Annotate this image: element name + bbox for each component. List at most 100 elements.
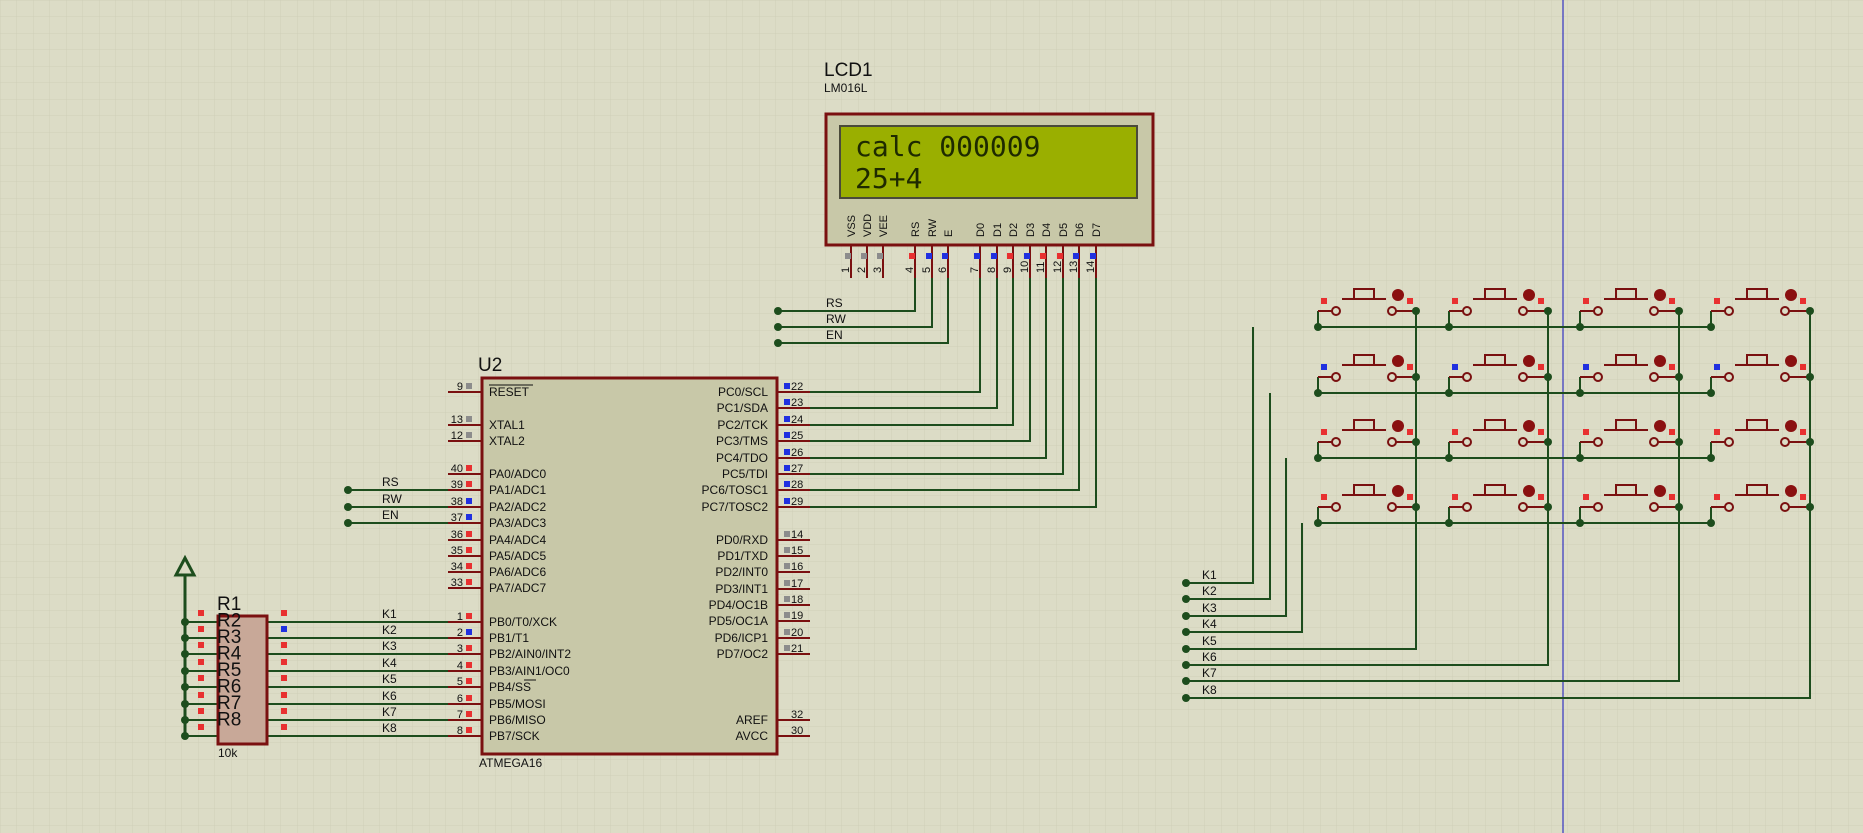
switch-pin-icon (1523, 420, 1535, 432)
pin-state-marker (784, 645, 790, 651)
mcu-pin-label: AREF (736, 713, 768, 727)
lcd-line-2: 25+4 (855, 162, 922, 195)
lcd-pin-label: D6 (1074, 223, 1086, 237)
schematic-canvas[interactable]: LCD1 LM016L calc 000009 25+4 VSS 1 VDD 2 VEE… (0, 0, 1863, 833)
pin-state-marker (1407, 429, 1413, 435)
mcu-pin-number: 40 (451, 463, 463, 475)
pin-state-marker (466, 514, 472, 520)
keypad-net-label: K7 (1202, 666, 1217, 680)
mcu-pin-label: PB5/MOSI (489, 697, 546, 711)
portb-net-label: K8 (382, 721, 397, 735)
pin-state-marker (926, 253, 932, 259)
pin-state-marker (198, 724, 204, 730)
pin-state-marker (466, 465, 472, 471)
pin-state-marker (466, 416, 472, 422)
junction-dot (1576, 454, 1584, 462)
mcu-pin-label: PA7/ADC7 (489, 581, 546, 595)
junction-dot (181, 716, 189, 724)
junction-dot (1576, 389, 1584, 397)
mcu-pin-label: PA2/ADC2 (489, 500, 546, 514)
mcu-pin-number: 20 (791, 627, 803, 639)
resistor-value: 10k (218, 746, 238, 760)
pin-state-marker (1452, 298, 1458, 304)
pin-state-marker (1583, 298, 1589, 304)
mcu-pin-label: PD1/TXD (717, 549, 768, 563)
mcu-atmega16[interactable]: U2 ATMEGA16 9 RESET13 XTAL112 XTAL240 PA0/AD… (448, 355, 810, 770)
lcd-pin-number: 4 (904, 267, 916, 273)
junction-dot (1182, 694, 1190, 702)
pin-state-marker (784, 481, 790, 487)
junction-dot (1412, 373, 1420, 381)
lcd-pin-label: E (943, 230, 955, 237)
switch-pin-icon (1523, 485, 1535, 497)
mcu-pin-label: PA5/ADC5 (489, 549, 546, 563)
pin-state-marker (198, 692, 204, 698)
junction-dot (1314, 323, 1322, 331)
pin-state-marker (281, 659, 287, 665)
keypad-net-label: K5 (1202, 634, 1217, 648)
pin-state-marker (1583, 494, 1589, 500)
pin-state-marker (281, 692, 287, 698)
keypad-net-label: K2 (1202, 584, 1217, 598)
lcd-line-1: calc 000009 (855, 130, 1040, 163)
porta-net-label: EN (382, 508, 399, 522)
junction-dot (181, 667, 189, 675)
mcu-pin-label: PD6/ICP1 (715, 631, 769, 645)
pin-state-marker (1583, 364, 1589, 370)
mcu-pin-number: 22 (791, 381, 803, 393)
lcd-pin-label: D5 (1058, 223, 1070, 237)
mcu-pin-number: 5 (457, 676, 463, 688)
mcu-pin-label: PB6/MISO (489, 713, 546, 727)
pin-state-marker (1452, 494, 1458, 500)
junction-dot (1675, 503, 1683, 511)
mcu-pin-label: XTAL2 (489, 434, 525, 448)
junction-dot (1182, 595, 1190, 603)
mcu-pin-number: 19 (791, 610, 803, 622)
lcd-pin-label: D7 (1091, 223, 1103, 237)
mcu-pin-label: PC4/TDO (716, 451, 768, 465)
pin-state-marker (1321, 429, 1327, 435)
mcu-pin-number: 26 (791, 447, 803, 459)
pin-state-marker (784, 531, 790, 537)
pin-state-marker (466, 662, 472, 668)
pin-state-marker (281, 708, 287, 714)
junction-dot (1182, 661, 1190, 669)
lcd-pin-label: RW (927, 218, 939, 237)
pin-state-marker (466, 695, 472, 701)
pin-state-marker (466, 579, 472, 585)
junction-dot (774, 307, 782, 315)
switch-pin-icon (1654, 420, 1666, 432)
pin-state-marker (784, 383, 790, 389)
pin-state-marker (1321, 298, 1327, 304)
lcd-net-label: RW (826, 312, 846, 326)
mcu-pin-number: 28 (791, 479, 803, 491)
junction-dot (1675, 373, 1683, 381)
pin-state-marker (466, 613, 472, 619)
pin-state-marker (1714, 364, 1720, 370)
mcu-pin-number: 4 (457, 660, 463, 672)
mcu-pin-label: PC2/TCK (717, 418, 768, 432)
lcd-pin-number: 11 (1035, 262, 1047, 273)
mcu-pin-label: RESET (489, 385, 530, 399)
pin-state-marker (784, 612, 790, 618)
lcd-pin-number: 9 (1002, 267, 1014, 273)
pin-state-marker (1040, 253, 1046, 259)
pin-state-marker (1714, 429, 1720, 435)
pin-state-marker (1800, 364, 1806, 370)
pin-state-marker (466, 383, 472, 389)
mcu-pin-label: PD4/OC1B (709, 598, 768, 612)
portb-net-label: K2 (382, 623, 397, 637)
mcu-pin-number: 17 (791, 578, 803, 590)
mcu-pin-label: PB2/AIN0/INT2 (489, 647, 571, 661)
lcd-pin-label: RS (910, 222, 922, 237)
lcd-pin-number: 8 (986, 267, 998, 273)
junction-dot (1182, 677, 1190, 685)
keypad-net-label: K3 (1202, 601, 1217, 615)
mcu-pin-number: 7 (457, 709, 463, 721)
pin-state-marker (1538, 364, 1544, 370)
pin-state-marker (1407, 298, 1413, 304)
junction-dot (1544, 373, 1552, 381)
pin-state-marker (198, 708, 204, 714)
lcd-pin-number: 5 (921, 267, 933, 273)
junction-dot (1806, 373, 1814, 381)
